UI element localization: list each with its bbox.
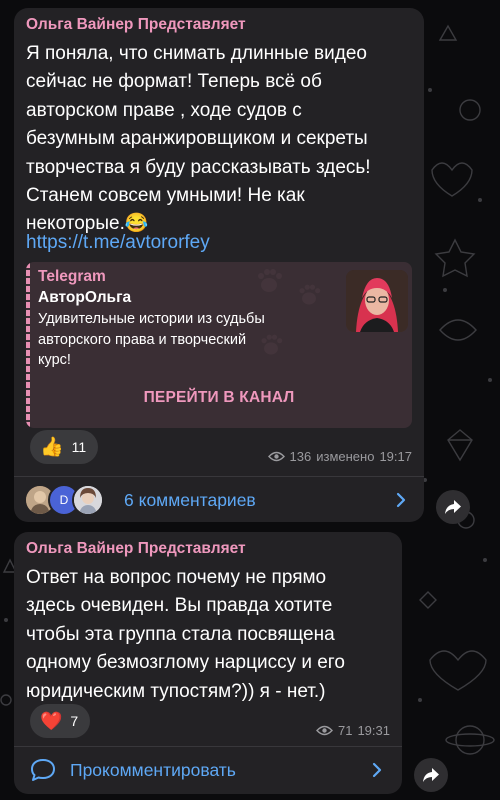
message-bubble-2: Ольга Вайнер Представляет Ответ на вопро… [14, 532, 402, 794]
comment-label: Прокомментировать [70, 760, 236, 780]
comment-row[interactable]: Прокомментировать [14, 748, 402, 792]
reaction-like[interactable]: 👍 11 [30, 430, 99, 464]
paw-decoration-icon [258, 269, 282, 292]
comments-row[interactable]: D 6 комментариев [14, 478, 424, 522]
share-arrow-icon [423, 768, 439, 782]
divider [14, 476, 424, 477]
chevron-right-icon [396, 492, 406, 508]
author-name[interactable]: Ольга Вайнер Представляет [26, 16, 246, 34]
message-time: 19:31 [357, 723, 390, 738]
view-count: 136 [289, 449, 312, 464]
share-button[interactable] [414, 758, 448, 792]
divider [14, 746, 402, 747]
thumbs-up-emoji: 👍 [40, 437, 64, 458]
reaction-count: 11 [71, 439, 87, 455]
message-meta: 71 19:31 [316, 723, 390, 738]
message-text: Я поняла, что снимать длинные видео сейч… [26, 40, 418, 239]
eye-icon [316, 725, 333, 736]
preview-title: АвторОльга [38, 289, 132, 306]
message-text: Ответ на вопрос почему не прямо здесь оч… [26, 567, 345, 702]
preview-site-name: Telegram [38, 268, 106, 285]
link-preview[interactable]: Telegram АвторОльга Удивительные истории… [26, 262, 412, 428]
share-arrow-icon [445, 500, 461, 514]
message-body: Я поняла, что снимать длинные видео сейч… [26, 43, 371, 235]
avatar-photo-icon [346, 270, 408, 332]
comment-bubble-icon [31, 759, 55, 781]
preview-description: Удивительные истории из судьбы авторског… [38, 311, 265, 368]
author-name[interactable]: Ольга Вайнер Представляет [26, 540, 246, 558]
share-button[interactable] [436, 490, 470, 524]
reaction-heart[interactable]: ❤️ 7 [30, 704, 91, 738]
chevron-right-icon [372, 762, 382, 778]
preview-thumbnail [346, 270, 408, 332]
message-bubble-1: Ольга Вайнер Представляет Я поняла, что … [14, 8, 424, 522]
commenter-avatar [72, 484, 104, 516]
comments-count-label: 6 комментариев [124, 490, 256, 510]
open-channel-button[interactable]: ПЕРЕЙТИ В КАНАЛ [26, 378, 412, 418]
eye-icon [267, 451, 285, 462]
edited-label: изменено [316, 449, 375, 464]
view-count: 71 [337, 723, 353, 738]
reaction-count: 7 [70, 713, 79, 729]
heart-emoji: ❤️ [40, 710, 63, 731]
message-time: 19:17 [379, 449, 412, 464]
channel-link[interactable]: https://t.me/avtororfey [26, 232, 210, 254]
message-meta: 136 изменено 19:17 [267, 449, 412, 464]
paw-decoration-icon [299, 284, 321, 305]
